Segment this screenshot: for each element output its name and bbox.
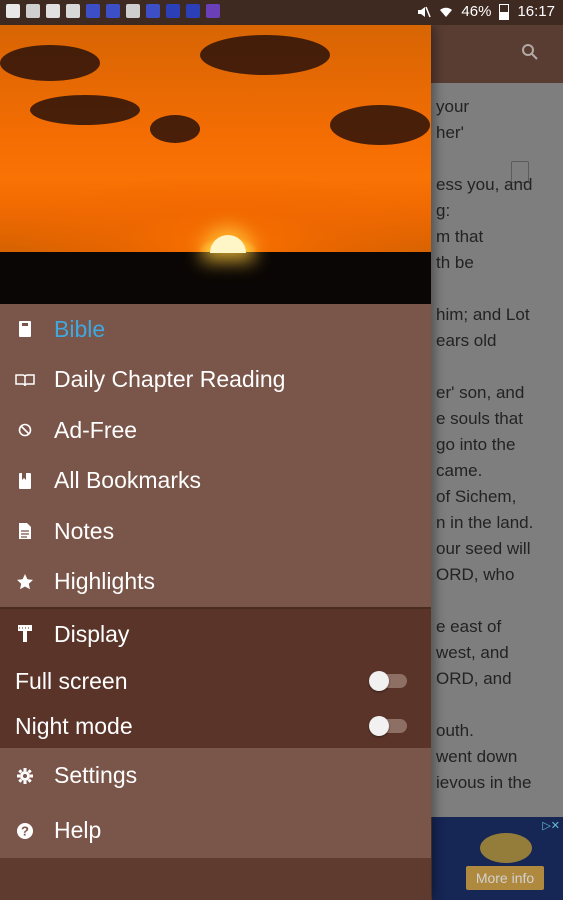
menu-item-label: Highlights [54,568,155,595]
dropbox-icon [46,4,60,18]
paint-brush-icon [14,623,36,645]
battery-percent: 46% [461,3,492,20]
open-book-icon [14,369,36,391]
menu-item-help[interactable]: ? Help [0,803,431,858]
download-icon [206,4,220,18]
book-icon [14,318,36,340]
notification-icons [6,4,220,18]
toggle-knob [369,671,389,691]
horizon [0,252,431,304]
mail-icon [6,4,20,18]
status-bar: 46% 16:17 [0,0,563,25]
star-icon [14,571,36,593]
drawer-scrim[interactable] [431,25,563,900]
cloud-shape [0,45,100,81]
menu-item-daily-chapter-reading[interactable]: Daily Chapter Reading [0,355,431,406]
document-icon [14,520,36,542]
sun [210,235,246,253]
battery-icon [499,3,510,20]
night-mode-toggle[interactable] [369,716,407,736]
cloud-shape [330,105,430,145]
image-icon [66,4,80,18]
drawer-footer [0,858,431,900]
status-right: 46% 16:17 [417,3,555,20]
app-icon [106,4,120,18]
navigation-drawer: Bible Daily Chapter Reading Ad-Free All … [0,25,431,900]
menu-item-label: All Bookmarks [54,467,201,494]
gear-icon [14,765,36,787]
cloud-shape [30,95,140,125]
menu-item-label: Ad-Free [54,416,138,443]
app-icon [86,4,100,18]
menu-item-label: Notes [54,517,115,544]
download-icon [186,4,200,18]
menu-item-highlights[interactable]: Highlights [0,557,431,608]
full-screen-row[interactable]: Full screen [0,659,431,703]
display-label: Display [54,620,130,647]
drawer-menu: Bible Daily Chapter Reading Ad-Free All … [0,304,431,607]
toggle-knob [369,716,389,736]
menu-item-label: Settings [54,762,138,788]
full-screen-toggle[interactable] [369,671,407,691]
menu-item-ad-free[interactable]: Ad-Free [0,405,431,456]
night-mode-row[interactable]: Night mode [0,704,431,748]
app-icon [146,4,160,18]
menu-item-settings[interactable]: Settings [0,748,431,803]
bookmark-book-icon [14,470,36,492]
sim-icon [126,4,140,18]
menu-item-label: Bible [54,315,106,342]
menu-item-display[interactable]: Display [0,609,431,659]
block-icon [14,419,36,441]
menu-item-bible[interactable]: Bible [0,304,431,355]
cloud-shape [200,35,330,75]
sim-icon [26,4,40,18]
help-icon: ? [14,820,36,842]
bottom-menu: Settings ? Help [0,748,431,858]
svg-text:?: ? [21,823,29,838]
download-icon [166,4,180,18]
full-screen-label: Full screen [15,667,128,694]
menu-item-notes[interactable]: Notes [0,506,431,557]
mute-icon [417,5,432,19]
drawer-header-image [0,25,431,304]
menu-item-label: Daily Chapter Reading [54,366,286,393]
night-mode-label: Night mode [15,712,133,739]
clock: 16:17 [517,3,555,20]
menu-item-all-bookmarks[interactable]: All Bookmarks [0,456,431,507]
cloud-shape [150,115,200,143]
display-section: Display Full screen Night mode [0,609,431,748]
wifi-icon [439,5,453,19]
menu-item-label: Help [54,817,102,843]
